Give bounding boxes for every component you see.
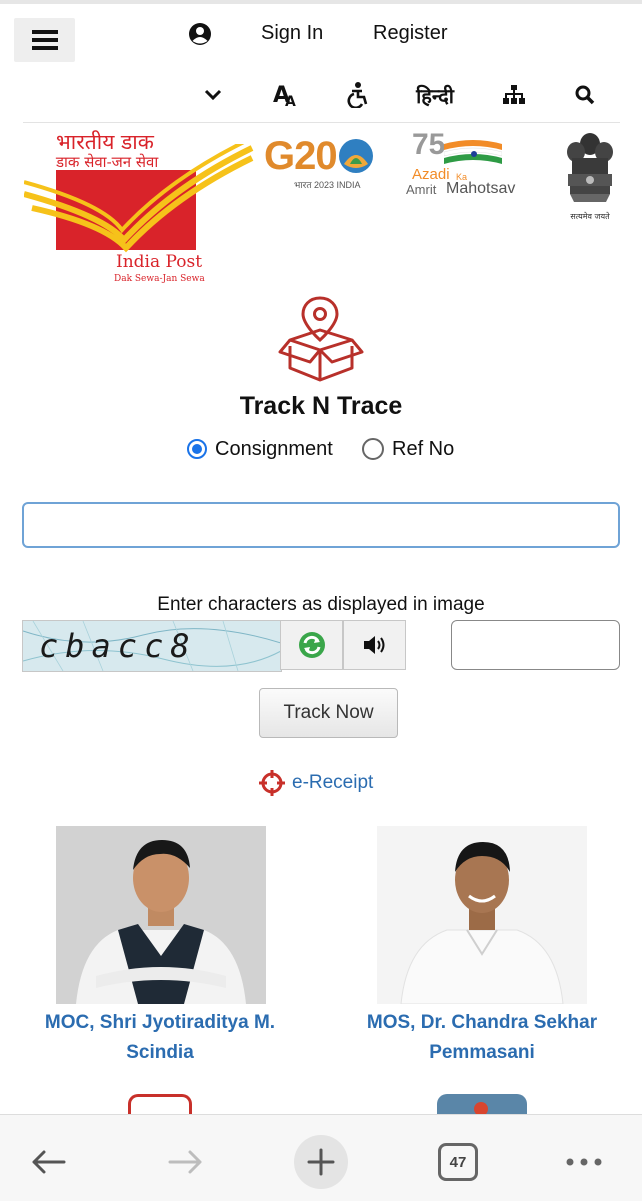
radio-ref-no-label: Ref No xyxy=(392,437,455,460)
forward-arrow-icon xyxy=(168,1150,202,1174)
svg-text:A: A xyxy=(285,94,296,108)
radio-consignment-label: Consignment xyxy=(215,437,333,460)
captcha-refresh-button[interactable] xyxy=(280,620,343,670)
lion-capital-icon xyxy=(567,133,613,202)
azadi-ka-amrit-mahotsav-logo[interactable]: 75 Azadi Ka Amrit Mahotsav xyxy=(406,128,526,200)
azadi-line1: Azadi xyxy=(412,166,450,183)
language-toggle[interactable]: हिन्दी xyxy=(410,80,460,110)
e-receipt-label: e-Receipt xyxy=(292,772,374,793)
azadi-number: 75 xyxy=(412,128,446,161)
captcha-instruction: Enter characters as displayed in image xyxy=(157,594,485,615)
azadi-line2: Amrit xyxy=(406,182,437,197)
sign-in-link[interactable]: Sign In xyxy=(261,22,323,45)
accessibility-icon[interactable] xyxy=(340,80,376,110)
more-dots-icon xyxy=(566,1158,602,1166)
captcha-input[interactable] xyxy=(451,620,620,670)
captcha-text: cbacc8 xyxy=(39,627,197,665)
new-tab-button[interactable] xyxy=(294,1135,348,1189)
g20-lotus-icon xyxy=(339,139,373,173)
plus-icon xyxy=(307,1148,335,1176)
captcha-image: cbacc8 xyxy=(22,620,282,672)
track-title: Track N Trace xyxy=(239,392,403,420)
radio-ref-no-indicator[interactable] xyxy=(362,438,384,460)
e-receipt-link[interactable]: e-Receipt xyxy=(258,768,373,798)
register-link[interactable]: Register xyxy=(373,22,447,45)
speaker-icon xyxy=(363,636,384,654)
moc-caption-line1: MOC, Shri Jyotiraditya M. xyxy=(44,1012,276,1033)
partial-service-icon-right[interactable] xyxy=(437,1094,527,1116)
consignment-number-input[interactable] xyxy=(22,502,620,548)
mos-portrait-illustration xyxy=(377,826,587,1004)
browser-toolbar: 47 xyxy=(0,1114,642,1201)
india-post-swoosh xyxy=(24,144,254,253)
search-icon[interactable] xyxy=(567,80,603,110)
user-circle-icon[interactable] xyxy=(188,22,212,46)
captcha-audio-button[interactable] xyxy=(343,620,406,670)
emblem-motto: सत्यमेव जयते xyxy=(570,212,610,221)
text-size-icon[interactable]: A A xyxy=(268,80,304,110)
india-post-name: India Post xyxy=(116,252,203,272)
moc-caption-line2: Scindia xyxy=(126,1042,194,1063)
g20-logo[interactable]: G20 भारत 2023 INDIA xyxy=(262,134,380,194)
mos-caption-line2: Pemmasani xyxy=(429,1042,535,1063)
hamburger-menu-icon xyxy=(31,30,58,50)
more-button[interactable] xyxy=(564,1137,604,1187)
menu-button[interactable] xyxy=(14,18,75,62)
forward-button[interactable] xyxy=(164,1137,208,1187)
top-edge xyxy=(0,0,642,4)
sitemap-icon[interactable] xyxy=(496,80,532,110)
minister-caption-moc[interactable]: MOC, Shri Jyotiraditya M. Scindia xyxy=(10,1008,310,1068)
back-arrow-icon xyxy=(32,1150,66,1174)
header-divider xyxy=(23,122,620,123)
moc-portrait-illustration xyxy=(56,826,266,1004)
minister-photo-moc[interactable] xyxy=(56,826,266,1004)
radio-ref-no[interactable]: Ref No xyxy=(362,436,454,462)
national-emblem[interactable]: सत्यमेव जयते xyxy=(562,128,618,221)
minister-photo-mos[interactable] xyxy=(377,826,587,1004)
track-now-button[interactable]: Track Now xyxy=(259,688,398,738)
g20-text: G20 xyxy=(264,134,338,178)
crosshair-icon xyxy=(259,770,285,796)
parcel-location-icon xyxy=(278,296,364,382)
radio-consignment[interactable]: Consignment xyxy=(187,436,333,462)
india-post-tagline: Dak Sewa-Jan Sewa xyxy=(114,274,205,284)
refresh-icon xyxy=(298,632,325,658)
mos-caption-line1: MOS, Dr. Chandra Sekhar xyxy=(366,1012,598,1033)
india-post-logo[interactable]: भारतीय डाक डाक सेवा-जन सेवा India Post D… xyxy=(24,128,256,288)
chevron-down-icon[interactable] xyxy=(195,80,231,110)
radio-consignment-indicator[interactable] xyxy=(187,439,207,459)
g20-subtext: भारत 2023 INDIA xyxy=(294,180,361,190)
partial-service-icon-left[interactable] xyxy=(128,1094,192,1116)
tricolor-flag-icon xyxy=(444,140,502,164)
azadi-line3: Mahotsav xyxy=(446,180,516,197)
tab-count-button[interactable]: 47 xyxy=(438,1143,478,1181)
back-button[interactable] xyxy=(26,1137,70,1187)
minister-caption-mos[interactable]: MOS, Dr. Chandra Sekhar Pemmasani xyxy=(332,1008,632,1068)
